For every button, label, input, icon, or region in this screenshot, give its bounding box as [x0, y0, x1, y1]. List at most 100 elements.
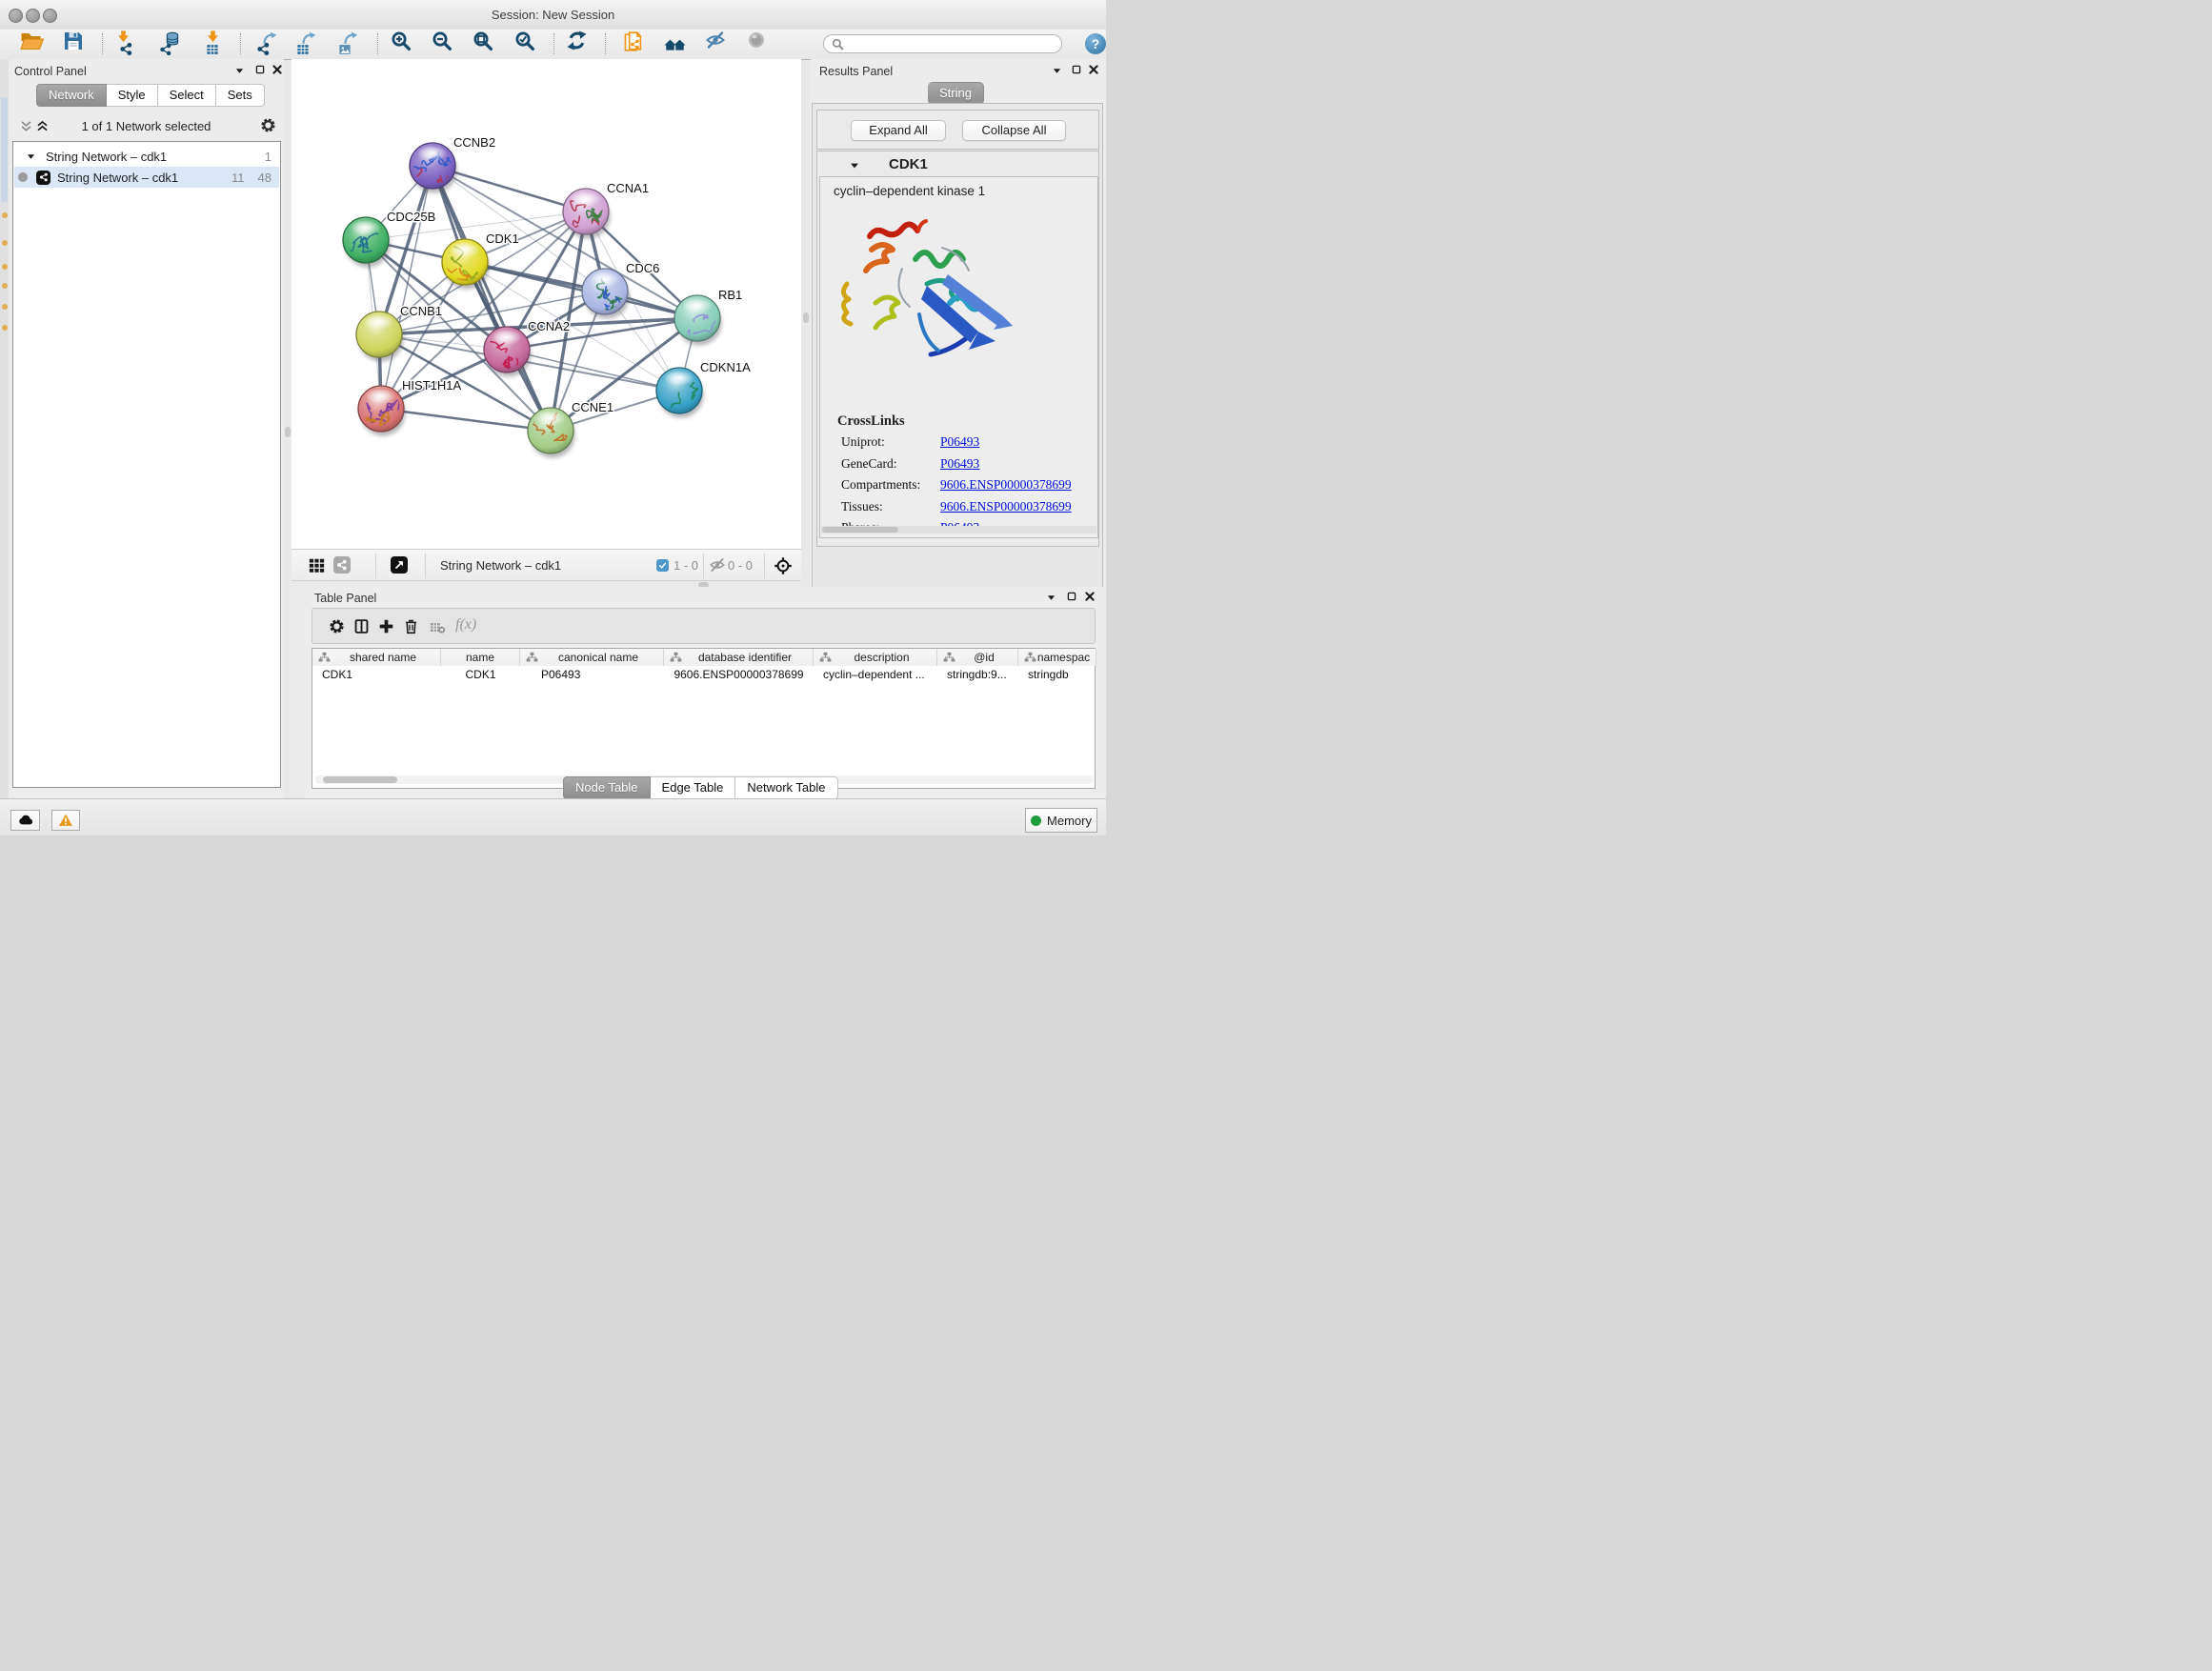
tree-expander-icon[interactable]: [26, 151, 36, 162]
birdseye-grid-icon[interactable]: [309, 557, 325, 574]
import-network-from-database-button[interactable]: [156, 30, 185, 57]
zoom-in-button[interactable]: [390, 30, 418, 57]
selected-checkbox-icon[interactable]: [656, 559, 669, 572]
zoom-fit-content-icon: [473, 30, 499, 57]
crosslink-value-link[interactable]: P06493: [940, 456, 979, 472]
column-header-namespac[interactable]: namespac: [1018, 649, 1096, 666]
tab-string[interactable]: String: [928, 82, 984, 105]
close-panel-icon[interactable]: [271, 64, 283, 75]
delete-column-icon[interactable]: [403, 618, 419, 634]
column-header-name[interactable]: name: [441, 649, 520, 666]
publish-document-button[interactable]: [619, 30, 648, 57]
show-columns-icon[interactable]: [353, 618, 370, 634]
scrollbar-track[interactable]: [821, 526, 1096, 534]
network-edge[interactable]: [381, 409, 551, 431]
column-header-@id[interactable]: @id: [937, 649, 1018, 666]
node-label: CCNA2: [528, 319, 570, 333]
open-in-window-icon[interactable]: [391, 556, 408, 574]
float-panel-icon[interactable]: [1071, 64, 1082, 75]
network-node-cdc25b[interactable]: CDC25B: [333, 210, 435, 268]
collapse-panel-icon[interactable]: [233, 65, 245, 76]
network-options-gear-icon[interactable]: [260, 117, 276, 133]
help-button[interactable]: ?: [1085, 33, 1106, 54]
table-settings-gear-icon[interactable]: [329, 618, 345, 634]
zoom-in-icon: [391, 30, 417, 57]
network-node-cdk1[interactable]: CDK1: [439, 232, 519, 291]
float-panel-icon[interactable]: [254, 64, 266, 75]
splitter-handle[interactable]: [803, 312, 809, 323]
namespace-tree-icon: [819, 652, 832, 663]
cloud-button[interactable]: [10, 810, 40, 831]
table-cell: stringdb: [1018, 666, 1096, 683]
save-session-icon: [63, 30, 90, 57]
close-panel-icon[interactable]: [1084, 591, 1096, 602]
fit-crosshair-icon[interactable]: [774, 556, 793, 575]
network-collection-row[interactable]: String Network – cdk1 1: [14, 146, 279, 167]
import-network-button[interactable]: [112, 30, 141, 57]
collapse-panel-icon[interactable]: [1045, 592, 1056, 603]
column-header-database-identifier[interactable]: database identifier: [664, 649, 814, 666]
splitter-handle[interactable]: [285, 427, 291, 437]
refresh-view-button[interactable]: [566, 30, 594, 57]
open-session-button[interactable]: [19, 30, 48, 57]
import-table-button[interactable]: [198, 30, 227, 57]
network-edge[interactable]: [465, 262, 697, 318]
homes-button[interactable]: [660, 30, 689, 57]
crosslink-value-link[interactable]: P06493: [940, 434, 979, 450]
column-header-description[interactable]: description: [814, 649, 937, 666]
network-node-cdkn1a[interactable]: CDKN1A: [656, 360, 751, 418]
memory-button[interactable]: Memory: [1025, 808, 1097, 833]
tab-network-table[interactable]: Network Table: [735, 776, 837, 799]
network-node-ccna1[interactable]: CCNA1: [563, 181, 649, 247]
network-node-ccnb2[interactable]: CCNB2: [400, 135, 495, 193]
collapse-all-button[interactable]: Collapse All: [962, 120, 1066, 141]
string-style-icon[interactable]: [333, 556, 351, 574]
create-column-icon[interactable]: [378, 618, 394, 634]
save-session-button[interactable]: [62, 30, 90, 57]
network-node-rb1[interactable]: RB1: [674, 288, 743, 355]
scrollbar-thumb[interactable]: [822, 527, 898, 533]
network-row-selected[interactable]: String Network – cdk1 11 48: [14, 167, 279, 188]
network-canvas[interactable]: CCNB2CCNA1CDC25BCDK1CDC6RB1CCNB1CCNA2CDK…: [292, 59, 801, 549]
tab-network[interactable]: Network: [36, 84, 107, 107]
close-panel-icon[interactable]: [1088, 64, 1099, 75]
tab-node-table[interactable]: Node Table: [563, 776, 651, 799]
float-panel-icon[interactable]: [1066, 591, 1077, 602]
string-network-icon: [36, 171, 50, 185]
function-builder-icon[interactable]: f(x): [455, 616, 476, 634]
collapse-panel-icon[interactable]: [1051, 65, 1062, 76]
expand-all-button[interactable]: Expand All: [851, 120, 946, 141]
tab-sets[interactable]: Sets: [216, 84, 265, 107]
column-label: name: [466, 651, 494, 664]
network-node-hist1h1a[interactable]: HIST1H1A: [358, 378, 461, 436]
export-image-button[interactable]: [333, 30, 362, 57]
hscrollbar-thumb[interactable]: [323, 776, 397, 783]
tab-style[interactable]: Style: [107, 84, 158, 107]
zoom-out-button[interactable]: [431, 30, 459, 57]
zoom-fit-content-button[interactable]: [472, 30, 500, 57]
section-expander-icon[interactable]: [849, 160, 860, 171]
network-tree: String Network – cdk1 1 String Network –…: [12, 141, 281, 788]
node-label: CCNE1: [572, 400, 613, 414]
show-graphics-button[interactable]: [746, 30, 774, 57]
search-input[interactable]: [823, 34, 1062, 53]
column-header-canonical-name[interactable]: canonical name: [520, 649, 664, 666]
crosslink-value-link[interactable]: 9606.ENSP00000378699: [940, 499, 1072, 514]
column-header-shared-name[interactable]: shared name: [312, 649, 441, 666]
export-table-button[interactable]: [292, 30, 320, 57]
crosslink-value-link[interactable]: 9606.ENSP00000378699: [940, 477, 1072, 493]
table-row[interactable]: CDK1CDK1P064939606.ENSP00000378699cyclin…: [312, 666, 1095, 683]
export-network-button[interactable]: [252, 30, 281, 57]
warnings-button[interactable]: [51, 810, 80, 831]
hide-selected-button[interactable]: [705, 30, 734, 57]
delete-table-icon[interactable]: [429, 620, 447, 634]
node-count: 11: [231, 171, 245, 185]
tab-select[interactable]: Select: [158, 84, 216, 107]
refresh-view-icon: [567, 30, 593, 57]
divider: [764, 554, 765, 578]
network-selected-summary: 1 of 1 Network selected: [9, 119, 284, 133]
tab-edge-table[interactable]: Edge Table: [651, 776, 736, 799]
zoom-selected-button[interactable]: [513, 30, 542, 57]
toolbar-separator: [553, 33, 554, 54]
table-panel-title: Table Panel: [314, 592, 376, 605]
